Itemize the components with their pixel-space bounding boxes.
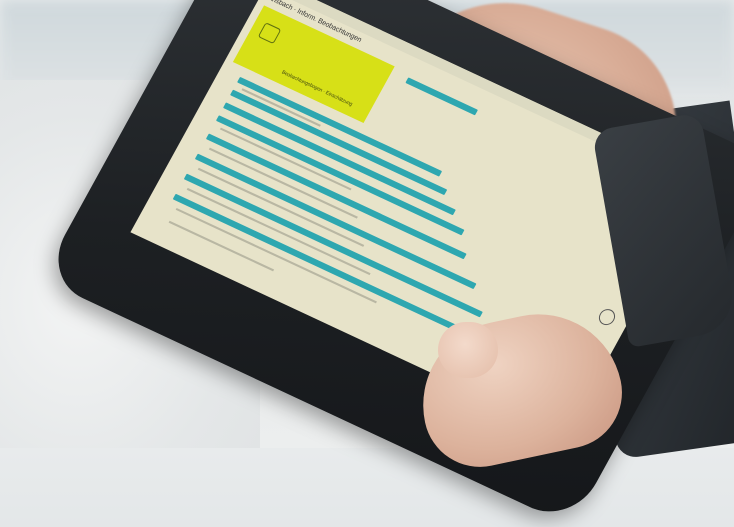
section-bar [215,115,465,236]
fingertip [438,322,498,378]
home-button-icon[interactable] [596,306,618,328]
logo-icon [257,22,282,45]
section-bar [405,77,479,116]
photo-scene: Ansbach · Inform. Beobachtungen Beobacht… [0,0,734,527]
